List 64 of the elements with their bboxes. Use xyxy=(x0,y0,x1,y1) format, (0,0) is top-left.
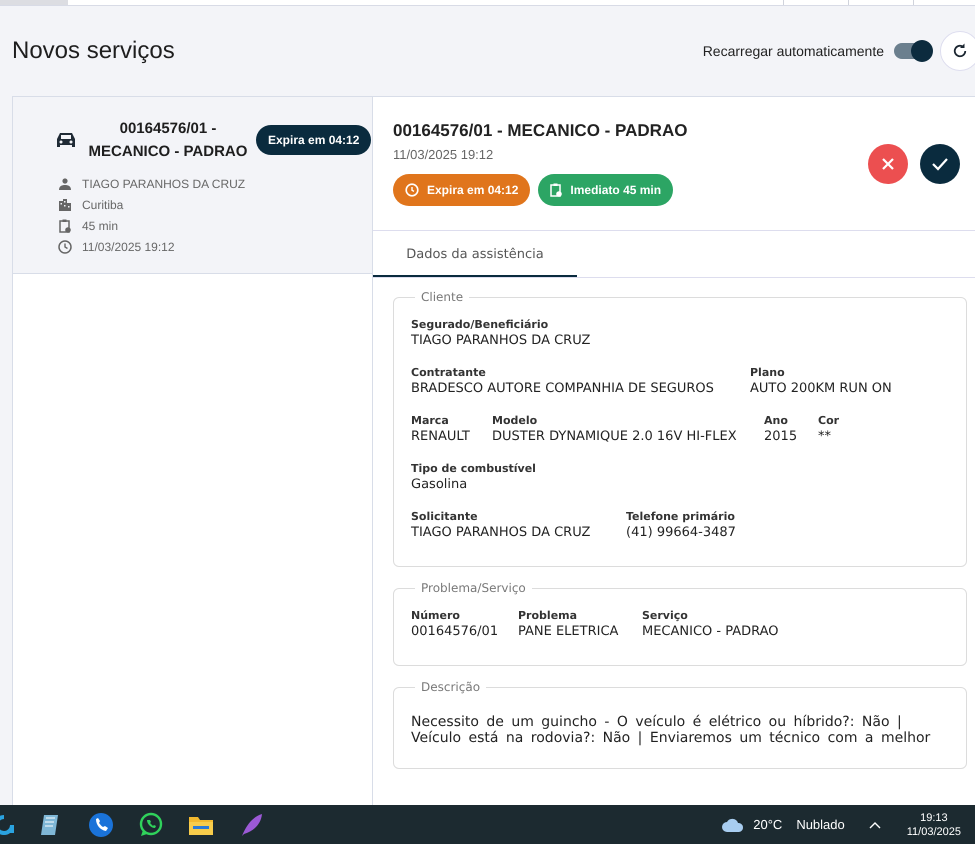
section-title: Problema/Serviço xyxy=(420,581,527,595)
field-label: Tipo de combustível xyxy=(411,462,536,475)
priority-badge: Imediato 45 min xyxy=(538,174,674,206)
weather-temperature: 20°C xyxy=(753,817,782,832)
field-value: TIAGO PARANHOS DA CRUZ xyxy=(411,333,590,348)
field-label: Marca xyxy=(411,414,450,427)
field-value: BRADESCO AUTORE COMPANHIA DE SEGUROS xyxy=(411,381,715,396)
auto-reload-label: Recarregar automaticamente xyxy=(702,43,884,59)
field-value: ** xyxy=(818,429,832,444)
refresh-icon xyxy=(951,42,969,60)
clock-icon xyxy=(58,240,72,254)
section-title: Cliente xyxy=(420,290,464,304)
clock-time: 19:13 xyxy=(920,810,948,824)
field-value: 2015 xyxy=(764,429,798,444)
close-icon xyxy=(880,156,896,172)
detail-text: 45 min xyxy=(82,218,118,232)
field-label: Contratante xyxy=(411,366,487,379)
field-label: Solicitante xyxy=(411,510,479,523)
weather-condition: Nublado xyxy=(796,817,845,832)
field-label: Modelo xyxy=(492,414,538,427)
car-icon xyxy=(56,131,76,149)
field-value: (41) 99664-3487 xyxy=(626,525,736,540)
description-text: Necessito de um guincho - O veículo é elétrico ou híbrido?: Não | Veículo está na rodovia?: Não | Enviaremos um técnico com a melhor xyxy=(411,714,932,746)
section-title: Descrição xyxy=(420,680,482,694)
reject-button[interactable] xyxy=(868,144,908,184)
building-icon xyxy=(58,198,72,210)
field-label: Cor xyxy=(818,414,840,427)
field-value: 00164576/01 xyxy=(411,624,500,639)
field-value: PANE ELETRICA xyxy=(518,624,620,639)
check-icon xyxy=(931,156,949,172)
service-title: 00164576/01 - MECANICO - PADRAO xyxy=(393,121,688,141)
accept-button[interactable] xyxy=(920,144,960,184)
field-value: MECANICO - PADRAO xyxy=(642,624,779,639)
field-label: Ano xyxy=(764,414,789,427)
field-label: Serviço xyxy=(642,609,689,622)
field-label: Número xyxy=(411,609,461,622)
clock-date: 11/03/2025 xyxy=(906,824,961,838)
field-label: Plano xyxy=(750,366,786,379)
phone-icon[interactable] xyxy=(88,812,114,838)
field-value: DUSTER DYNAMIQUE 2.0 16V HI-FLEX xyxy=(492,429,738,444)
field-label: Telefone primário xyxy=(626,510,736,523)
refresh-button[interactable] xyxy=(940,31,975,71)
cloud-icon xyxy=(721,816,746,832)
service-datetime: 11/03/2025 19:12 xyxy=(393,147,494,162)
field-value: RENAULT xyxy=(411,429,471,444)
expiry-badge: Expira em 04:12 xyxy=(256,125,372,155)
page-title: Novos serviços xyxy=(12,37,175,65)
detail-text: TIAGO PARANHOS DA CRUZ xyxy=(82,176,246,190)
service-title: 00164576/01 - MECANICO - PADRAO xyxy=(88,119,248,162)
field-label: Segurado/Beneficiário xyxy=(411,318,550,331)
field-value: Gasolina xyxy=(411,477,468,492)
chevron-up-icon[interactable] xyxy=(868,820,881,828)
detail-text: 11/03/2025 19:12 xyxy=(82,240,175,254)
tab[interactable]: Dados da assistência xyxy=(373,231,577,277)
detail-text: Curitiba xyxy=(82,198,124,212)
field-value: TIAGO PARANHOS DA CRUZ xyxy=(411,525,592,540)
chat-icon[interactable] xyxy=(138,812,164,838)
clipboard-clock-icon xyxy=(58,218,72,232)
service-card[interactable]: 00164576/01 - MECANICO - PADRAO Expira em 04:12 TIAGO PARANHOS DA CRUZ Curitiba 45 min 11/03/2025 19:12 xyxy=(13,97,372,274)
field-value: AUTO 200KM RUN ON xyxy=(750,381,892,396)
toggle-switch[interactable] xyxy=(894,43,930,59)
person-icon xyxy=(58,178,72,190)
expiry-badge: Expira em 04:12 xyxy=(393,174,530,206)
field-label: Problema xyxy=(518,609,578,622)
